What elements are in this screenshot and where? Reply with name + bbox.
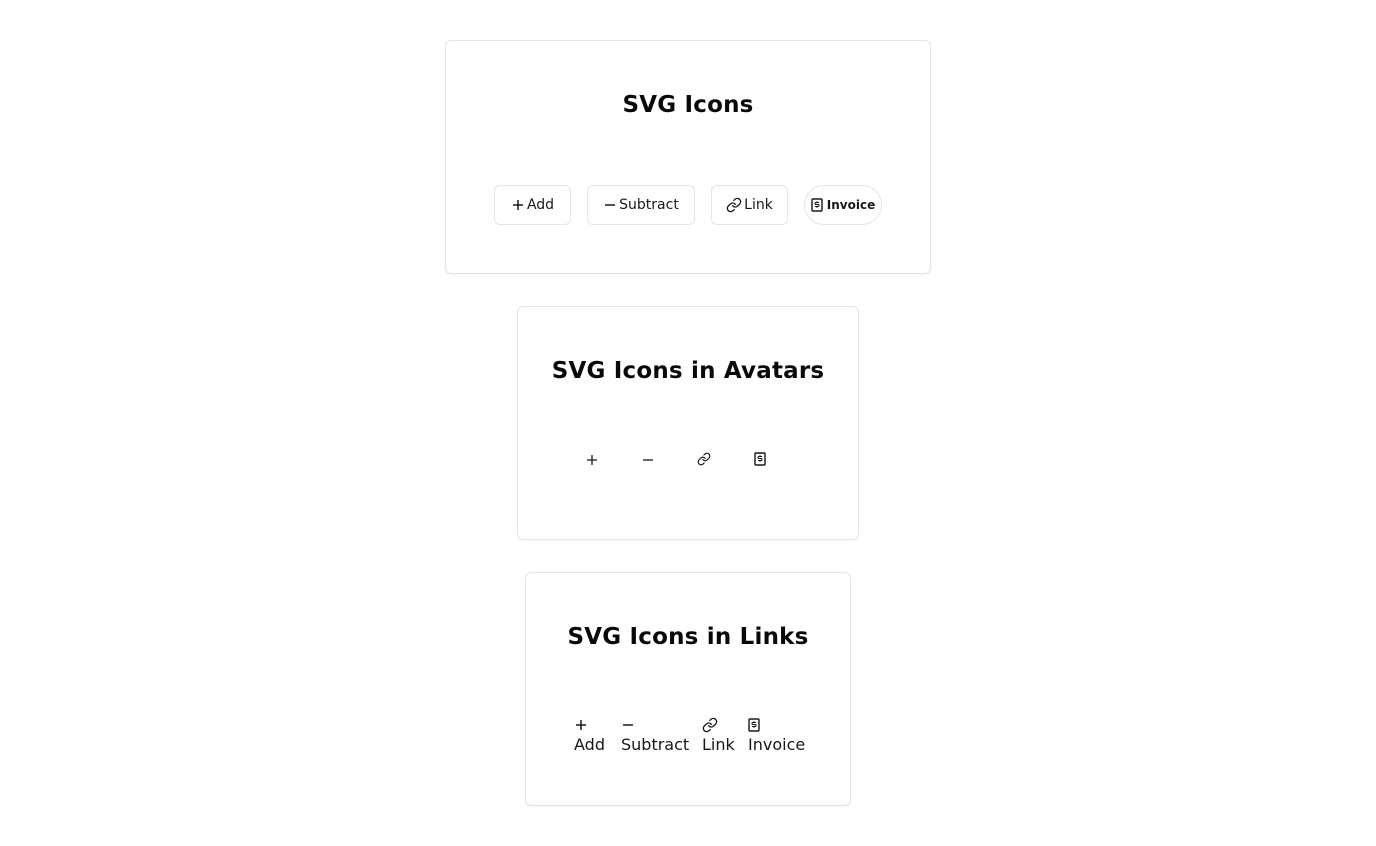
card-title: SVG Icons in Links	[567, 624, 809, 650]
add-button-label: Add	[526, 197, 555, 213]
invoice-link-label: Invoice	[748, 735, 806, 754]
invoice-icon	[748, 717, 760, 733]
subtract-button-label: Subtract	[619, 197, 679, 213]
link-icon	[697, 451, 711, 470]
minus-icon	[642, 451, 654, 470]
invoice-icon	[754, 451, 766, 470]
add-button[interactable]: Add	[494, 185, 571, 225]
svg-icons-avatars-card: SVG Icons in Avatars	[517, 306, 859, 540]
link-icon	[702, 717, 718, 733]
card-title: SVG Icons	[622, 92, 754, 118]
invoice-button-label: Invoice	[826, 198, 876, 212]
svg-icons-links-card: SVG Icons in Links Add Subtract Link Inv…	[525, 572, 851, 806]
invoice-link[interactable]: Invoice	[748, 717, 805, 755]
plus-avatar[interactable]	[572, 446, 612, 474]
plus-icon	[586, 451, 598, 470]
invoice-avatar[interactable]	[740, 446, 780, 474]
plus-icon	[511, 198, 525, 212]
svg-icons-card: SVG Icons Add Subtract Link Invoice	[445, 40, 931, 274]
link-button-label: Link	[744, 197, 773, 213]
minus-icon	[603, 198, 617, 212]
link-icon	[726, 197, 742, 213]
subtract-button[interactable]: Subtract	[587, 185, 695, 225]
plus-icon	[574, 717, 588, 733]
add-link[interactable]: Add	[574, 717, 605, 755]
minus-icon	[621, 717, 635, 733]
minus-avatar[interactable]	[628, 446, 668, 474]
link-link-label: Link	[702, 735, 735, 754]
invoice-icon	[811, 198, 823, 212]
subtract-link[interactable]: Subtract	[621, 717, 689, 755]
link-link[interactable]: Link	[702, 717, 735, 755]
invoice-button[interactable]: Invoice	[804, 185, 882, 225]
link-button[interactable]: Link	[711, 185, 788, 225]
card-title: SVG Icons in Avatars	[551, 358, 825, 384]
add-link-label: Add	[574, 735, 605, 754]
link-avatar[interactable]	[684, 446, 724, 474]
subtract-link-label: Subtract	[621, 735, 690, 754]
